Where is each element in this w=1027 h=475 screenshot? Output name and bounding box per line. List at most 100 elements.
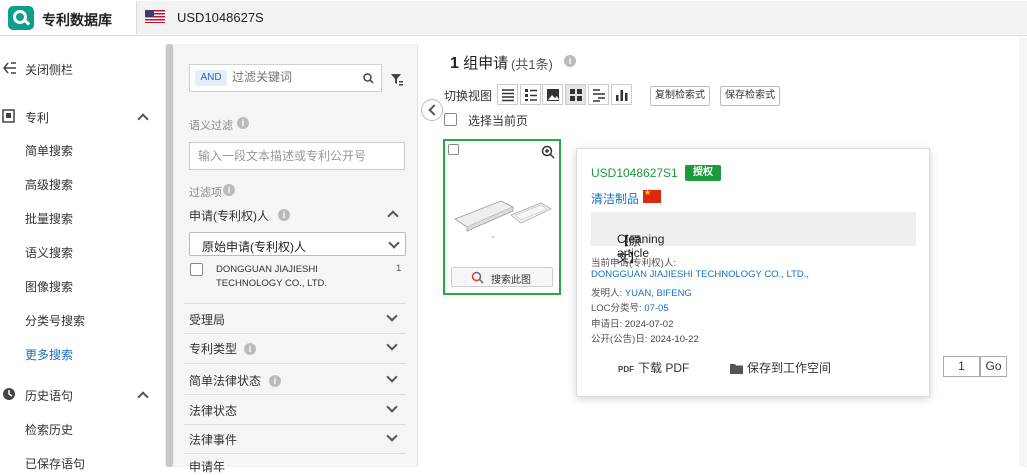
patent-title-link[interactable]: 清洁制品 (591, 190, 639, 207)
chevron-down-icon[interactable] (386, 339, 398, 351)
list-icon (502, 89, 514, 102)
info-icon[interactable]: i (564, 55, 576, 67)
filter-search-box[interactable]: AND (189, 64, 382, 92)
us-flag-icon[interactable] (145, 10, 165, 23)
app-title: 专利数据库 (42, 12, 112, 28)
info-icon[interactable]: i (278, 209, 290, 221)
download-pdf-button[interactable]: PDF 下载 PDF (618, 359, 689, 376)
filter-office[interactable]: 受理局 (189, 311, 225, 328)
filters-label: 过滤项 (189, 187, 222, 199)
loc-label: LOC分类号: (591, 303, 642, 314)
page-number-input[interactable]: 1 (943, 356, 980, 377)
divider (184, 363, 406, 364)
search-icon[interactable] (363, 73, 374, 84)
select-page-label[interactable]: 选择当前页 (468, 112, 528, 129)
image-view-button[interactable] (542, 84, 563, 105)
image-icon (547, 89, 559, 101)
compare-icon (593, 89, 605, 102)
filter-keyword-input[interactable] (232, 70, 352, 84)
chevron-down-icon[interactable] (386, 401, 398, 413)
app-date-label: 申请日: (591, 319, 623, 330)
filter-legal-status[interactable]: 法律状态 (189, 402, 237, 419)
group-count: 1 (450, 55, 459, 72)
chevron-up-icon[interactable] (137, 391, 149, 403)
result-total: (共1条) (511, 57, 553, 72)
filter-patent-type[interactable]: 专利类型 (189, 340, 237, 357)
view-switch-label: 切换视图 (444, 89, 493, 103)
collapse-sidebar-icon[interactable] (2, 61, 16, 75)
sidebar-scrollbar[interactable] (165, 44, 174, 467)
status-badge: 授权 (685, 165, 721, 181)
select-page-checkbox[interactable] (444, 113, 457, 126)
inventor-link[interactable]: YUAN, BIFENG (625, 288, 692, 299)
applicant-type-value: 原始申请(专利权)人 (202, 240, 306, 254)
china-flag-icon (643, 188, 661, 203)
bar-chart-icon (616, 90, 628, 101)
info-icon[interactable]: i (237, 117, 249, 129)
sidebar-item-classification-search[interactable]: 分类号搜索 (25, 312, 85, 329)
search-this-image-button[interactable]: 搜索此图 (451, 267, 553, 287)
save-query-button[interactable]: 保存检索式 (720, 86, 780, 106)
sidebar-item-simple-search[interactable]: 简单搜索 (25, 142, 73, 159)
main-scrollbar[interactable] (1019, 38, 1027, 467)
patent-section-title[interactable]: 专利 (25, 109, 49, 126)
collapse-filter-button[interactable] (421, 99, 443, 121)
sidebar-item-batch-search[interactable]: 批量搜索 (25, 210, 73, 227)
list-view-button[interactable] (497, 84, 518, 105)
filter-legal-events[interactable]: 法律事件 (189, 431, 237, 448)
sidebar-item-search-history[interactable]: 检索历史 (25, 421, 73, 438)
applicant-filter-header[interactable]: 申请(专利权)人 (189, 207, 269, 224)
go-button[interactable]: Go (980, 356, 1007, 377)
filter-simple-legal-status[interactable]: 简单法律状态 (189, 372, 261, 389)
applicant-type-select[interactable]: 原始申请(专利权)人 (189, 232, 406, 256)
sidebar-item-semantic-search[interactable]: 语义搜索 (25, 244, 73, 261)
applicant-option-checkbox[interactable] (190, 263, 203, 276)
filter-panel: AND 语义过滤 i 输入一段文本描述或专利公开号 过滤项 i 申请(专利权)人… (174, 44, 418, 474)
save-to-workspace-button[interactable]: 保存到工作空间 (730, 359, 831, 376)
filter-settings-icon[interactable] (390, 72, 404, 86)
patent-drawing-image[interactable] (453, 193, 553, 243)
search-bar[interactable] (136, 1, 1027, 34)
loc-link[interactable]: 07-05 (644, 303, 668, 314)
compare-view-button[interactable] (588, 84, 609, 105)
sidebar-item-image-search[interactable]: 图像搜索 (25, 278, 73, 295)
divider (184, 453, 406, 454)
pdf-icon: PDF (618, 365, 634, 374)
info-icon[interactable]: i (269, 375, 281, 387)
close-sidebar-button[interactable]: 关闭侧栏 (25, 61, 73, 78)
chevron-up-icon[interactable] (387, 210, 399, 222)
search-input[interactable] (177, 8, 577, 26)
patent-thumbnail-card[interactable]: 搜索此图 (443, 139, 561, 295)
applicant-option-label[interactable]: DONGGUAN JIAJIESHI TECHNOLOGY CO., LTD. (216, 263, 376, 291)
result-title: 1 组申请 (450, 52, 508, 73)
image-search-icon (471, 271, 484, 284)
semantic-filter-input[interactable]: 输入一段文本描述或专利公开号 (189, 142, 405, 170)
applicant-link[interactable]: DONGGUAN JIAJIESHI TECHNOLOGY CO., LTD., (591, 269, 809, 280)
sidebar-item-more-search[interactable]: 更多搜索 (25, 346, 73, 363)
zoom-in-icon[interactable] (541, 145, 555, 159)
and-operator-button[interactable]: AND (195, 70, 227, 86)
pub-date-label: 公开(公告)日: (591, 334, 648, 345)
logo-icon (8, 6, 34, 30)
grid-icon (570, 89, 582, 101)
grid-view-button[interactable] (565, 84, 586, 105)
sidebar-item-advanced-search[interactable]: 高级搜索 (25, 176, 73, 193)
left-sidebar: 关闭侧栏 专利 简单搜索 高级搜索 批量搜索 语义搜索 图像搜索 分类号搜索 更… (0, 44, 165, 471)
info-icon[interactable]: i (223, 184, 235, 196)
chevron-down-icon[interactable] (386, 371, 398, 383)
inventor-label: 发明人: (591, 288, 623, 299)
applicant-option-count: 1 (396, 263, 402, 274)
divider (184, 333, 406, 334)
chevron-down-icon[interactable] (386, 430, 398, 442)
patent-number-link[interactable]: USD1048627S1 (591, 166, 678, 180)
history-section-title[interactable]: 历史语句 (25, 387, 73, 404)
detail-list-view-button[interactable] (520, 84, 541, 105)
copy-query-button[interactable]: 复制检索式 (650, 86, 710, 106)
result-checkbox[interactable] (448, 144, 459, 155)
chevron-up-icon[interactable] (137, 113, 149, 125)
chevron-down-icon[interactable] (386, 310, 398, 322)
sidebar-item-saved-queries[interactable]: 已保存语句 (25, 455, 85, 472)
semantic-filter-label: 语义过滤 (189, 120, 233, 132)
chart-view-button[interactable] (611, 84, 632, 105)
info-icon[interactable]: i (244, 343, 256, 355)
